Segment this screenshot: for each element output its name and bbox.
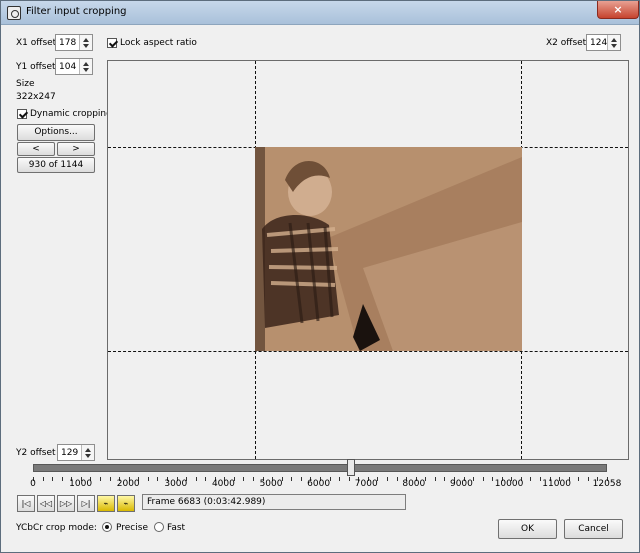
window-gear-icon: [7, 6, 21, 20]
y2-offset-spinner[interactable]: 129: [57, 444, 95, 461]
timeline-tick-label: 7000: [354, 479, 378, 489]
timeline-tick-label: 8000: [402, 479, 426, 489]
next-button[interactable]: >: [57, 142, 95, 156]
window-title: Filter input cropping: [26, 6, 127, 17]
timeline-tick-label: 11000: [542, 479, 571, 489]
timeline-tick: [243, 477, 245, 481]
lock-aspect-checkbox[interactable]: [107, 38, 117, 48]
timeline-tick-label: 4000: [211, 479, 235, 489]
go-start-icon[interactable]: |◁: [17, 495, 35, 512]
y1-offset-value[interactable]: 104: [59, 62, 76, 72]
precise-label: Precise: [116, 523, 148, 533]
timeline-tick: [339, 477, 341, 481]
y2-offset-value[interactable]: 129: [61, 448, 78, 458]
timeline-tick: [386, 477, 388, 481]
ok-button[interactable]: OK: [498, 519, 557, 539]
timeline-slider-thumb[interactable]: [347, 459, 356, 476]
timeline-tick: [578, 477, 580, 481]
step-back-icon[interactable]: ◁◁: [37, 495, 55, 512]
timeline-tick-label: 10000: [494, 479, 524, 489]
title-bar: Filter input cropping ×: [1, 1, 639, 25]
x2-offset-label: X2 offset: [546, 38, 587, 48]
y1-offset-label: Y1 offset: [16, 62, 56, 72]
timeline-tick-label: 1000: [69, 479, 93, 489]
frame-position-readout: Frame 6683 (0:03:42.989): [142, 494, 406, 510]
filter-input-cropping-window: Filter input cropping × X1 offset 178 Lo…: [0, 0, 640, 553]
x2-offset-value[interactable]: 124: [590, 38, 607, 48]
dynamic-cropping-checkbox[interactable]: [17, 109, 27, 119]
timeline-tick-label: 12058: [592, 479, 622, 489]
dynamic-cropping-label: Dynamic cropping: [30, 109, 112, 119]
timeline-tick-label: 0: [30, 479, 36, 489]
timeline-tick: [291, 477, 293, 481]
options-button[interactable]: Options...: [17, 124, 95, 141]
y1-spin-arrows-icon[interactable]: [79, 59, 92, 74]
y2-offset-label: Y2 offset: [16, 448, 56, 458]
x2-offset-spinner[interactable]: 124: [586, 34, 621, 51]
size-value: 322x247: [16, 92, 56, 102]
timeline-tick: [530, 477, 532, 481]
bottom-crop-guide[interactable]: [108, 351, 628, 352]
video-frame-image: [255, 147, 522, 351]
go-end-icon[interactable]: ▷|: [77, 495, 95, 512]
x2-spin-arrows-icon[interactable]: [607, 35, 620, 50]
timeline-tick-label: 6000: [307, 479, 331, 489]
x1-offset-label: X1 offset: [16, 38, 57, 48]
video-frame-preview: [255, 147, 522, 351]
precise-radio[interactable]: [102, 522, 112, 532]
x1-spin-arrows-icon[interactable]: [79, 35, 92, 50]
x1-offset-value[interactable]: 178: [59, 38, 76, 48]
previous-button[interactable]: <: [17, 142, 55, 156]
timeline-tick: [434, 477, 436, 481]
timeline-slider-track[interactable]: [33, 464, 607, 472]
y2-spin-arrows-icon[interactable]: [81, 445, 94, 460]
timeline-tick-label: 9000: [449, 479, 473, 489]
position-counter: 930 of 1144: [17, 157, 95, 173]
timeline-tick-label: 3000: [164, 479, 188, 489]
y1-offset-spinner[interactable]: 104: [55, 58, 93, 75]
cancel-button[interactable]: Cancel: [564, 519, 623, 539]
step-forward-icon[interactable]: ▷▷: [57, 495, 75, 512]
lock-aspect-label: Lock aspect ratio: [120, 38, 197, 48]
fast-radio[interactable]: [154, 522, 164, 532]
ycbcr-mode-label: YCbCr crop mode:: [16, 523, 97, 533]
timeline-tick-label: 5000: [259, 479, 283, 489]
timeline-tick: [482, 477, 484, 481]
fast-label: Fast: [167, 523, 186, 533]
crop-preview-area[interactable]: [107, 60, 629, 460]
timeline-tick-label: 2000: [116, 479, 140, 489]
key-prev-icon[interactable]: ⌁: [97, 495, 115, 512]
x1-offset-spinner[interactable]: 178: [55, 34, 93, 51]
close-button[interactable]: ×: [597, 1, 639, 19]
key-next-icon[interactable]: ⌁: [117, 495, 135, 512]
size-label: Size: [16, 79, 35, 89]
